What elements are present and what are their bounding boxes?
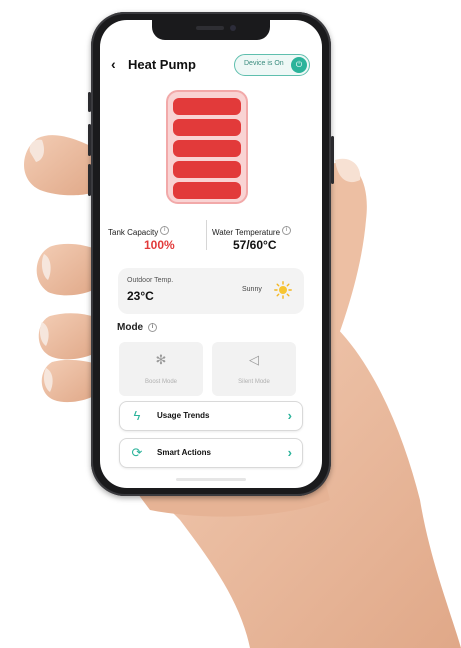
weather-condition: Sunny bbox=[242, 286, 262, 293]
chevron-right-icon: › bbox=[287, 408, 292, 423]
usage-trends-button[interactable]: ϟ Usage Trends › bbox=[119, 401, 303, 431]
tank-bar bbox=[173, 161, 241, 178]
mode-label: Mode bbox=[117, 322, 144, 333]
tank-capacity-value: 100% bbox=[144, 238, 175, 252]
sun-icon bbox=[274, 281, 292, 299]
front-camera bbox=[230, 25, 236, 31]
tank-bar bbox=[173, 140, 241, 157]
info-icon[interactable]: i bbox=[282, 226, 292, 236]
info-icon[interactable]: i bbox=[160, 226, 170, 236]
phone-volume-up bbox=[88, 124, 91, 156]
tank-capacity-label: Tank Capacity bbox=[108, 228, 159, 237]
usage-trends-label: Usage Trends bbox=[157, 411, 210, 420]
page-title: Heat Pump bbox=[128, 57, 196, 72]
app-screen: ‹ Heat Pump Device is On ⏻ Tank Capacity… bbox=[100, 20, 322, 488]
tank-bar bbox=[173, 119, 241, 136]
outdoor-temp-value: 23°C bbox=[127, 289, 154, 303]
tank-bar bbox=[173, 98, 241, 115]
boost-mode-button[interactable]: ✻ Boost Mode bbox=[119, 342, 203, 396]
water-temperature-label: Water Temperature bbox=[212, 228, 281, 237]
chevron-right-icon: › bbox=[287, 445, 292, 460]
home-indicator bbox=[176, 478, 246, 481]
device-toggle-label: Device is On bbox=[244, 60, 284, 67]
metric-divider bbox=[206, 220, 207, 250]
boost-mode-label: Boost Mode bbox=[144, 379, 178, 385]
silent-mode-label: Silent Mode bbox=[238, 379, 270, 385]
silent-mode-button[interactable]: ◁ Silent Mode bbox=[212, 342, 296, 396]
smart-actions-label: Smart Actions bbox=[157, 448, 211, 457]
lightning-icon: ϟ bbox=[133, 408, 141, 423]
water-temperature-value: 57/60°C bbox=[233, 238, 277, 252]
sync-icon: ⟳ bbox=[131, 445, 143, 460]
outdoor-weather-card: Outdoor Temp. 23°C Sunny bbox=[118, 268, 304, 314]
mode-section-title: Mode i bbox=[117, 322, 158, 333]
phone-volume-down bbox=[88, 164, 91, 196]
outdoor-temp-label: Outdoor Temp. bbox=[127, 277, 174, 284]
chevron-left-icon[interactable]: ‹ bbox=[111, 57, 121, 71]
phone-notch bbox=[152, 20, 270, 40]
tank-level-indicator bbox=[166, 90, 248, 204]
phone-power-button bbox=[331, 136, 334, 184]
scene: ‹ Heat Pump Device is On ⏻ Tank Capacity… bbox=[0, 0, 461, 648]
tank-bar bbox=[173, 182, 241, 199]
fan-icon: ✻ bbox=[155, 352, 167, 367]
info-icon[interactable]: i bbox=[148, 322, 158, 332]
phone-side-button bbox=[88, 92, 91, 112]
power-icon: ⏻ bbox=[291, 57, 307, 73]
smart-actions-button[interactable]: ⟳ Smart Actions › bbox=[119, 438, 303, 468]
device-power-toggle[interactable]: Device is On ⏻ bbox=[234, 54, 310, 76]
speaker-grille bbox=[196, 26, 224, 30]
speaker-icon: ◁ bbox=[249, 352, 259, 367]
